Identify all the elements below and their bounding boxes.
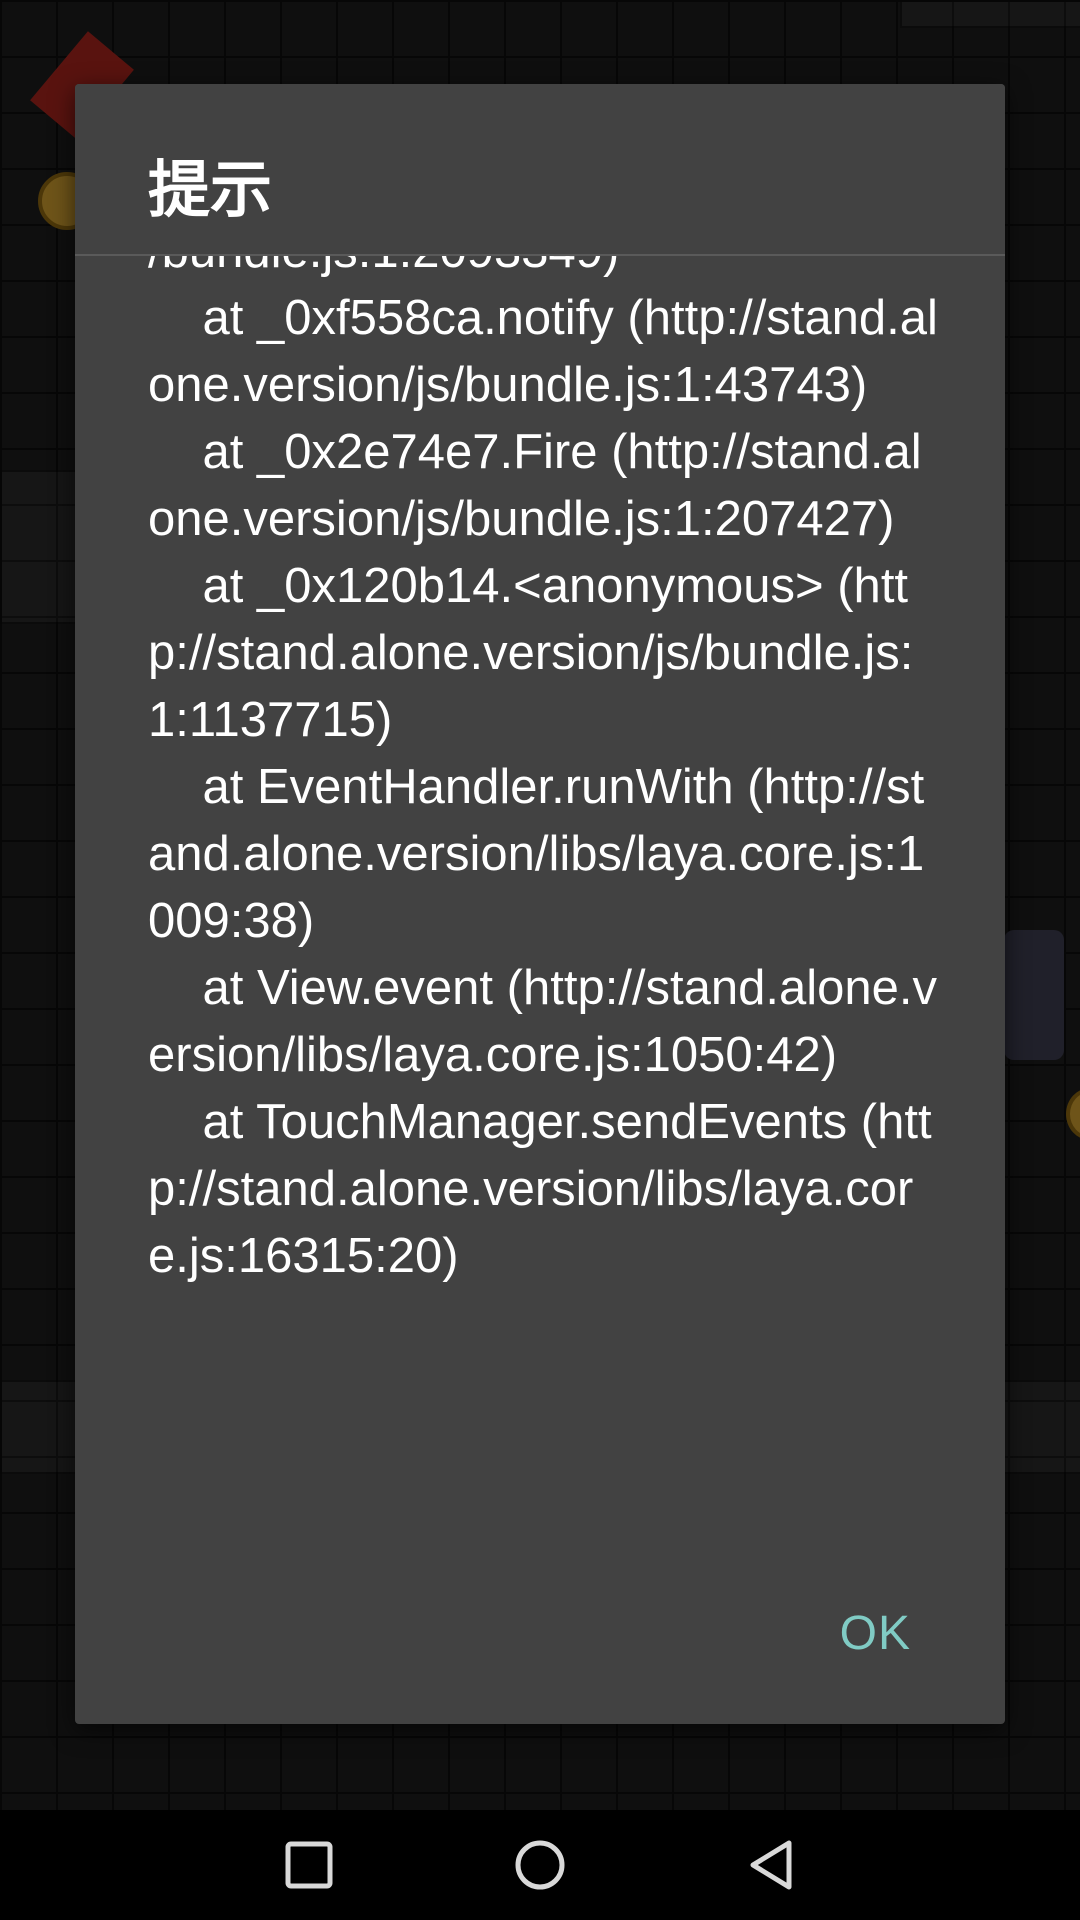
alert-dialog: 提示 /bundle.js:1:2093349) at _0xf558ca.no… [75,84,1005,1724]
dialog-title: 提示 [148,153,273,226]
message-scroll-area[interactable]: /bundle.js:1:2093349) at _0xf558ca.notif… [75,256,1005,1636]
circle-home-icon [515,1840,565,1890]
dialog-header: 提示 [75,84,1005,256]
recents-button[interactable] [249,1810,369,1920]
home-button[interactable] [480,1810,600,1920]
square-recents-icon [285,1841,333,1889]
system-navigation-bar [0,1810,1080,1920]
error-stack-trace: /bundle.js:1:2093349) at _0xf558ca.notif… [148,256,938,1283]
ok-button[interactable]: OK [836,1604,915,1664]
triangle-back-icon [750,1840,792,1890]
back-button[interactable] [711,1810,831,1920]
